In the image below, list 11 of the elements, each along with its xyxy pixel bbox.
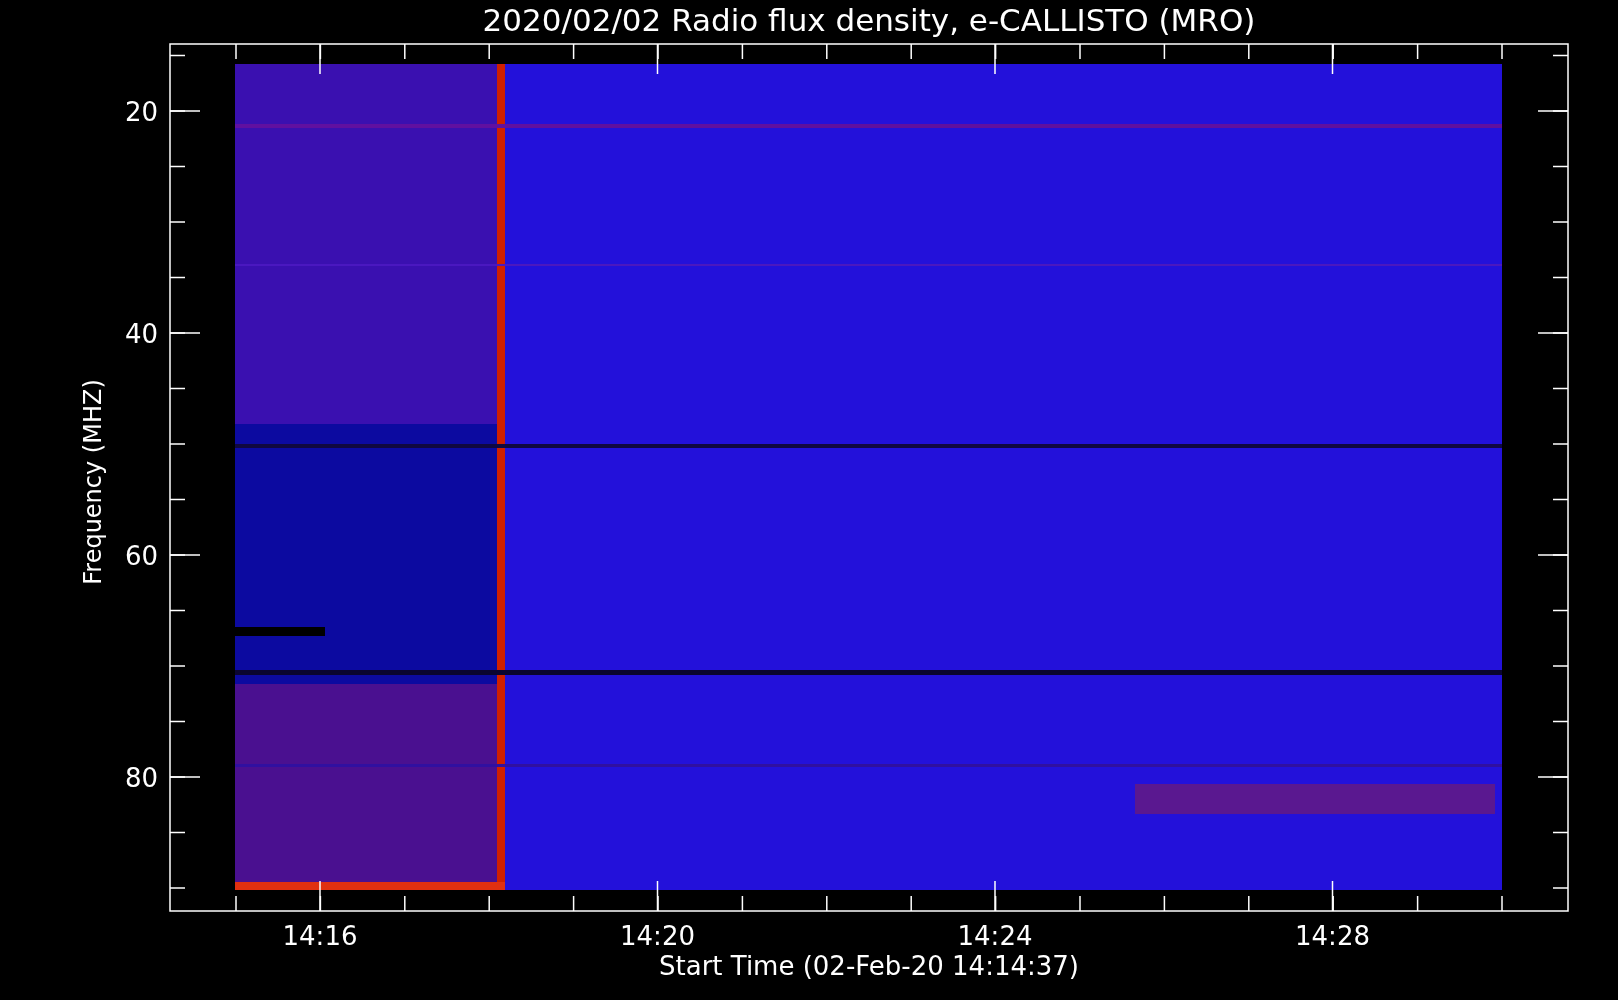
y-tick-label: 20 — [124, 97, 158, 127]
chart-title: 2020/02/02 Radio flux density, e-CALLISTO (MRO) — [482, 2, 1256, 38]
x-axis-label: Start Time (02-Feb-20 14:14:37) — [659, 951, 1079, 981]
x-tick-label: 14:20 — [620, 921, 695, 951]
x-tick-label: 14:28 — [1295, 921, 1370, 951]
y-tick-label: 40 — [124, 319, 158, 349]
x-tick-label: 14:16 — [282, 921, 358, 951]
y-tick-label: 60 — [124, 541, 158, 571]
x-tick-label: 14:24 — [957, 921, 1033, 951]
y-tick-label: 80 — [124, 763, 158, 793]
y-axis-label: Frequency (MHZ) — [79, 379, 107, 585]
